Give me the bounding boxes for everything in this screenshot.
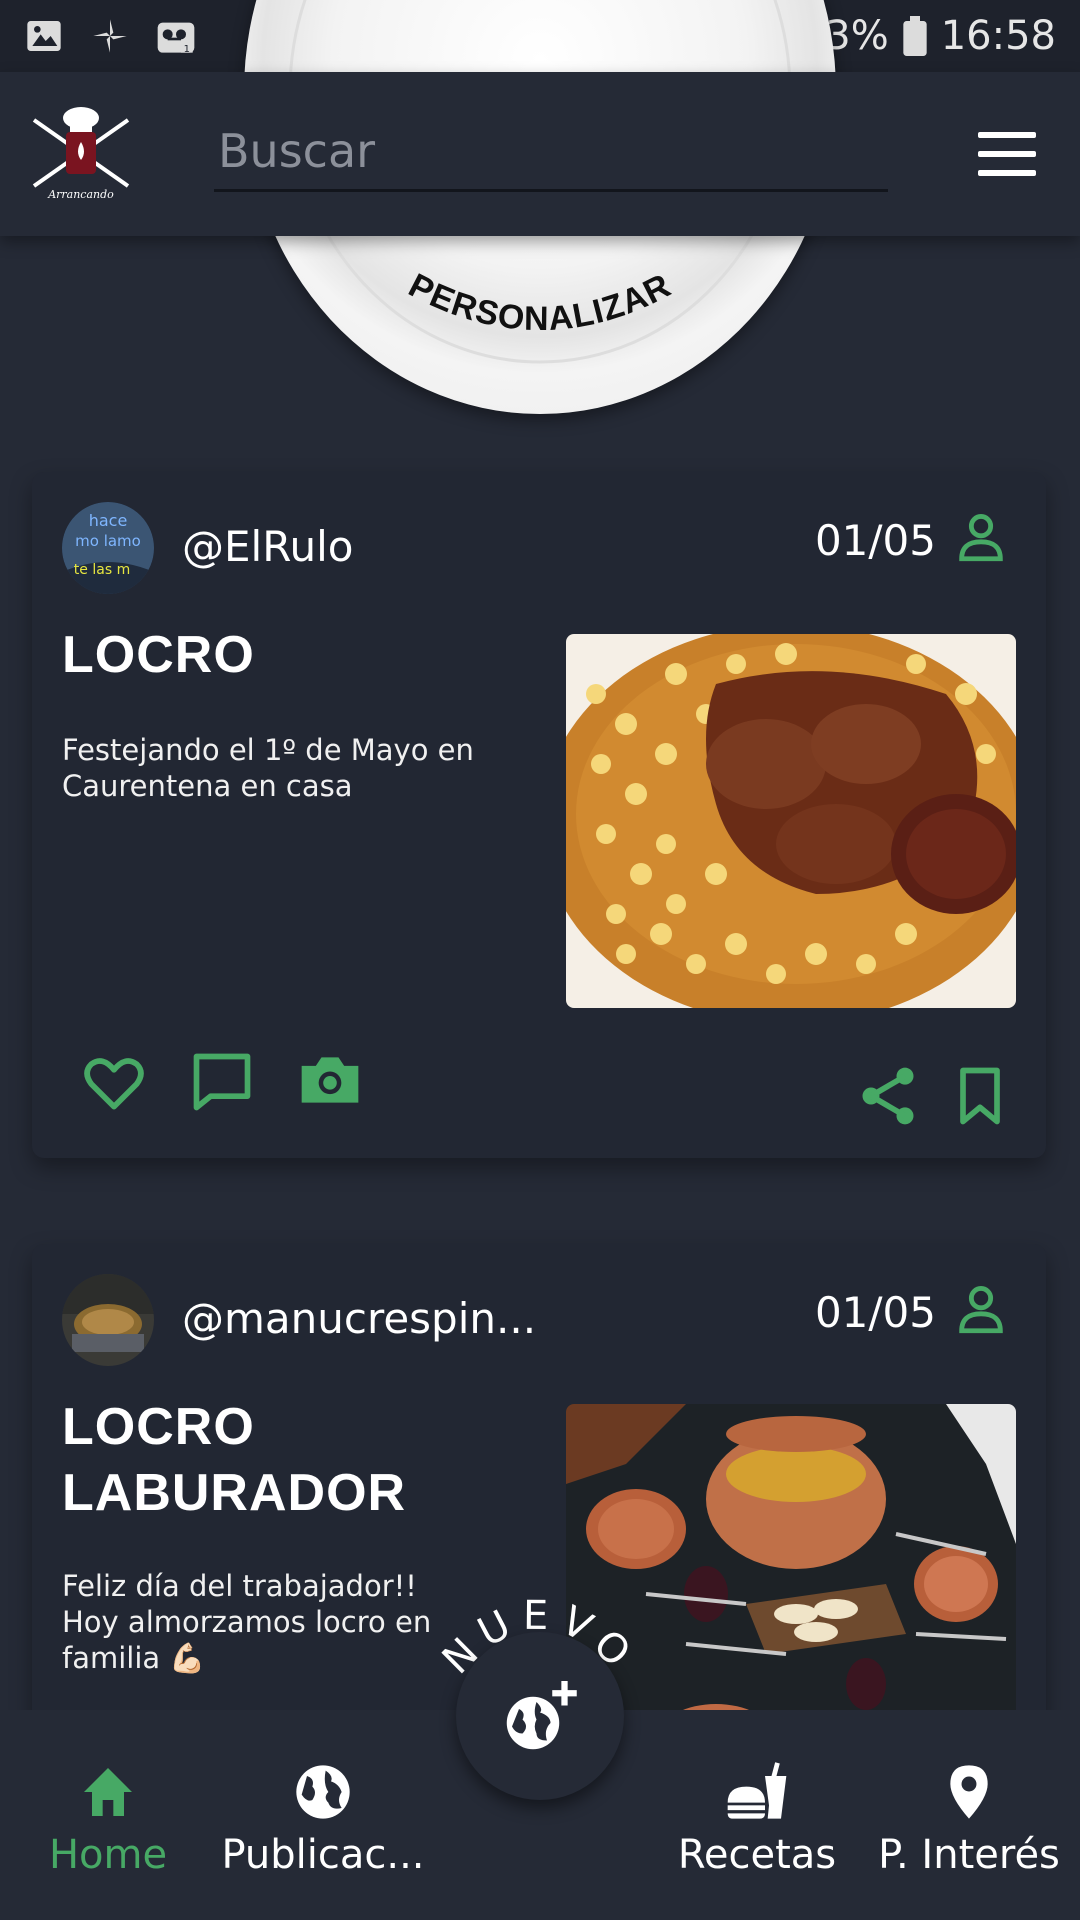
- fastfood-icon: [727, 1762, 787, 1819]
- camera-icon[interactable]: [296, 1046, 364, 1114]
- nav-label: Publicac...: [221, 1832, 425, 1878]
- svg-text:PERSONALIZAR: PERSONALIZAR: [403, 266, 678, 338]
- battery-icon: [903, 16, 927, 56]
- nav-item-publicaciones[interactable]: Publicac...: [214, 1760, 432, 1878]
- menu-bar-line: [978, 132, 1036, 138]
- hamburger-menu-button[interactable]: [978, 132, 1036, 176]
- avatar-text-line: te las m: [74, 562, 130, 578]
- post-username[interactable]: @ElRulo: [182, 522, 354, 571]
- bookmark-icon[interactable]: [946, 1062, 1014, 1130]
- post-date: 01/05: [814, 516, 936, 565]
- post-photo-locro[interactable]: [566, 634, 1016, 1008]
- pinwheel-notification-icon: [93, 19, 127, 53]
- add-globe-icon: [506, 1681, 577, 1750]
- nav-label: Recetas: [677, 1832, 837, 1878]
- search-input[interactable]: [214, 112, 888, 189]
- globe-icon: [296, 1765, 350, 1819]
- avatar-text-line: mo lamo: [75, 532, 141, 550]
- post-description: Feliz día del trabajador!! Hoy almorzamo…: [62, 1569, 432, 1675]
- post-username[interactable]: @manucrespin...: [182, 1294, 536, 1343]
- nav-item-home[interactable]: Home: [40, 1760, 176, 1878]
- svg-text:1: 1: [184, 44, 190, 55]
- voicemail-notification-icon: 1: [157, 22, 195, 55]
- home-icon: [84, 1768, 132, 1816]
- logo-text: Arrancando: [47, 188, 114, 201]
- post-title: LOCRO: [62, 626, 255, 684]
- search-bar[interactable]: [214, 112, 888, 192]
- avatar[interactable]: hace mo lamo te las m: [62, 502, 154, 594]
- new-post-fab-group: NUEVO: [430, 1572, 650, 1832]
- nav-item-recetas[interactable]: Recetas: [672, 1760, 842, 1878]
- clock: 16:58: [940, 13, 1056, 59]
- post-date: 01/05: [814, 1288, 936, 1337]
- post-title: LOCRO LABURADOR: [62, 1398, 407, 1522]
- avatar-image: [62, 1274, 154, 1366]
- user-profile-icon[interactable]: [952, 1280, 1010, 1338]
- avatar-image: hace mo lamo te las m: [62, 502, 154, 594]
- avatar[interactable]: [62, 1274, 154, 1366]
- like-heart-icon[interactable]: [80, 1050, 148, 1118]
- nav-label: P. Interés: [878, 1832, 1060, 1878]
- locro-photo: [566, 634, 1016, 1008]
- new-post-button[interactable]: [456, 1632, 624, 1800]
- personalize-text: PERSONALIZAR: [403, 266, 677, 338]
- share-icon[interactable]: [854, 1062, 922, 1130]
- chef-logo[interactable]: Arrancando: [26, 106, 136, 206]
- nav-label: Home: [48, 1832, 168, 1878]
- menu-bar-line: [978, 151, 1036, 157]
- notification-icons: 1: [24, 16, 196, 56]
- comment-icon[interactable]: [188, 1048, 256, 1116]
- avatar-text-line: hace: [89, 511, 128, 530]
- post-description: Festejando el 1º de Mayo en Caurentena e…: [62, 733, 474, 803]
- gallery-notification-icon: [27, 21, 61, 51]
- post-card[interactable]: hace mo lamo te las m @ElRulo 01/05 LOCR…: [32, 472, 1046, 1158]
- location-pin-icon: [950, 1765, 988, 1819]
- menu-bar-line: [978, 170, 1036, 176]
- user-profile-icon[interactable]: [952, 508, 1010, 566]
- app-header: Arrancando: [0, 72, 1080, 236]
- nav-item-puntos-interes[interactable]: P. Interés: [872, 1760, 1066, 1878]
